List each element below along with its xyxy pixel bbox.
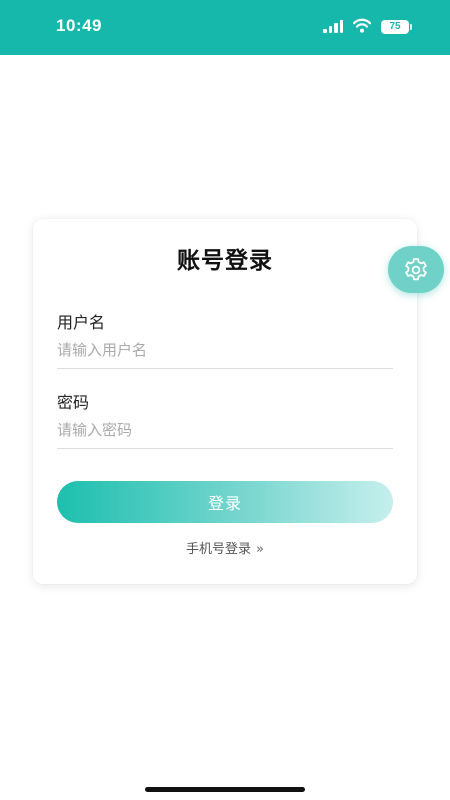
- settings-button[interactable]: [388, 246, 444, 293]
- battery-tip: [410, 24, 412, 30]
- phone-login-link[interactable]: 手机号登录 »: [33, 538, 417, 557]
- username-input[interactable]: [57, 337, 393, 363]
- battery-level: 75: [389, 21, 401, 32]
- home-indicator: [145, 787, 305, 792]
- password-label: 密码: [57, 393, 90, 412]
- login-button[interactable]: 登录: [57, 481, 393, 523]
- wifi-icon: [353, 18, 371, 33]
- login-card: 账号登录 用户名 密码 登录 手机号登录 »: [33, 219, 417, 584]
- page-title: 账号登录: [177, 248, 273, 274]
- password-divider: [57, 448, 393, 449]
- phone-login-label: 手机号登录: [186, 542, 252, 557]
- gear-icon: [405, 257, 427, 280]
- password-input[interactable]: [57, 417, 393, 443]
- status-bar: 10:49 75: [0, 0, 450, 55]
- username-divider: [57, 368, 393, 369]
- double-chevron-right-icon: »: [256, 542, 264, 557]
- cellular-signal-icon: [323, 20, 345, 33]
- status-time: 10:49: [56, 16, 102, 35]
- username-label: 用户名: [57, 313, 106, 332]
- battery-icon: 75: [381, 20, 409, 34]
